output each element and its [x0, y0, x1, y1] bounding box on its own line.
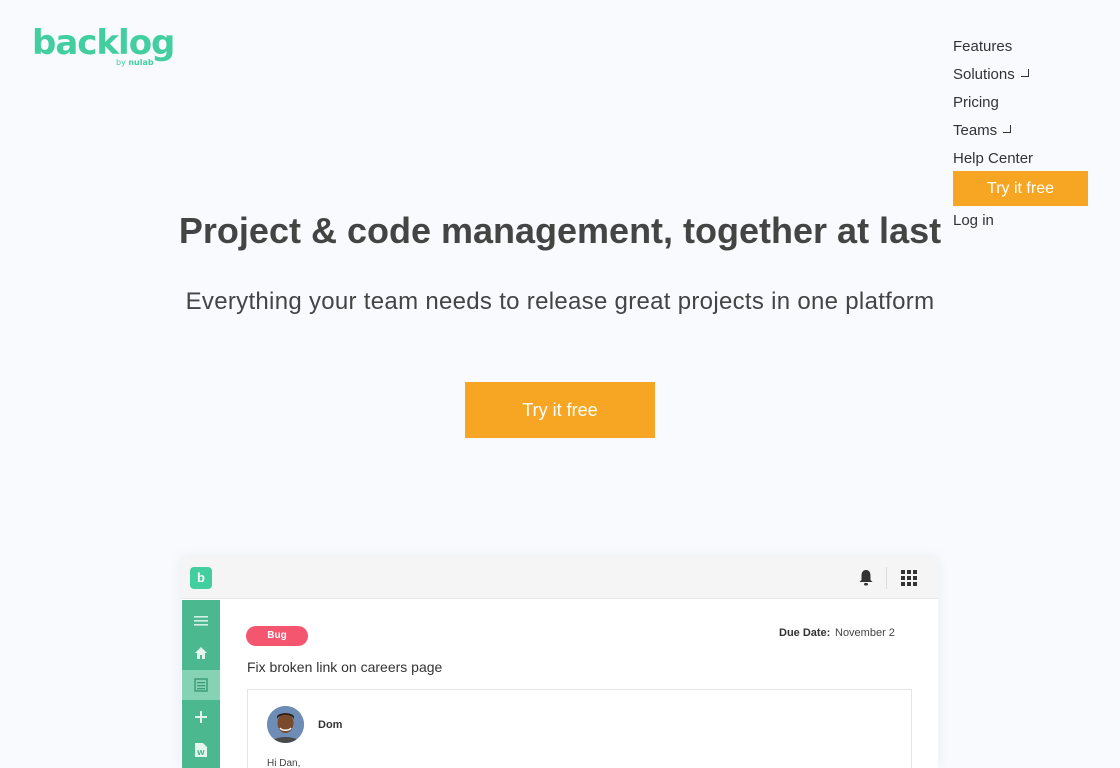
list-icon — [182, 670, 220, 700]
mockup-sidebar: W — [182, 600, 220, 768]
hero-subtitle: Everything your team needs to release gr… — [185, 288, 935, 315]
nav-teams-label: Teams — [953, 122, 998, 139]
app-mockup: b W Bug Due Date: November 2 Fix broken … — [181, 557, 938, 768]
submenu-arrow-icon — [1020, 69, 1029, 77]
logo-byline: by nulab — [116, 58, 154, 67]
due-date-value: November 2 — [835, 627, 895, 639]
issue-type-badge: Bug — [246, 626, 308, 646]
nav-teams[interactable]: Teams — [953, 120, 1093, 148]
logo-wordmark: backlog — [32, 23, 175, 63]
menu-icon — [182, 606, 220, 636]
due-date-label: Due Date: — [779, 627, 831, 639]
comment-text: Hi Dan, — [267, 758, 301, 768]
backlog-logo[interactable]: backlog by nulab — [32, 23, 175, 72]
bell-icon — [859, 570, 873, 586]
svg-text:W: W — [197, 749, 205, 757]
issue-title: Fix broken link on careers page — [247, 659, 443, 675]
hero-title: Project & code management, together at l… — [178, 210, 942, 251]
comment-author: Dom — [318, 719, 343, 731]
nav-features[interactable]: Features — [953, 36, 1093, 64]
mockup-app-logo: b — [190, 567, 212, 589]
nav-pricing-label: Pricing — [953, 94, 999, 111]
submenu-arrow-icon — [1003, 125, 1012, 133]
nav-pricing[interactable]: Pricing — [953, 92, 1093, 120]
mockup-topbar: b — [181, 557, 938, 599]
plus-icon — [182, 702, 220, 732]
nav-help-center-label: Help Center — [953, 150, 1034, 167]
nav-solutions-label: Solutions — [953, 66, 1015, 83]
home-icon — [182, 638, 220, 668]
topbar-divider — [886, 567, 887, 589]
comment-card: Dom Hi Dan, — [247, 689, 912, 768]
main-nav: Features Solutions Pricing Teams Help Ce… — [953, 36, 1093, 234]
nav-features-label: Features — [953, 38, 1013, 55]
logo-brand-text: nulab — [128, 58, 154, 67]
hero-try-free-button[interactable]: Try it free — [465, 382, 655, 438]
apps-grid-icon — [901, 570, 917, 586]
document-icon: W — [182, 734, 220, 764]
nav-try-free-button[interactable]: Try it free — [953, 171, 1088, 206]
nav-solutions[interactable]: Solutions — [953, 64, 1093, 92]
avatar — [267, 706, 304, 743]
logo-by-text: by — [116, 58, 126, 67]
